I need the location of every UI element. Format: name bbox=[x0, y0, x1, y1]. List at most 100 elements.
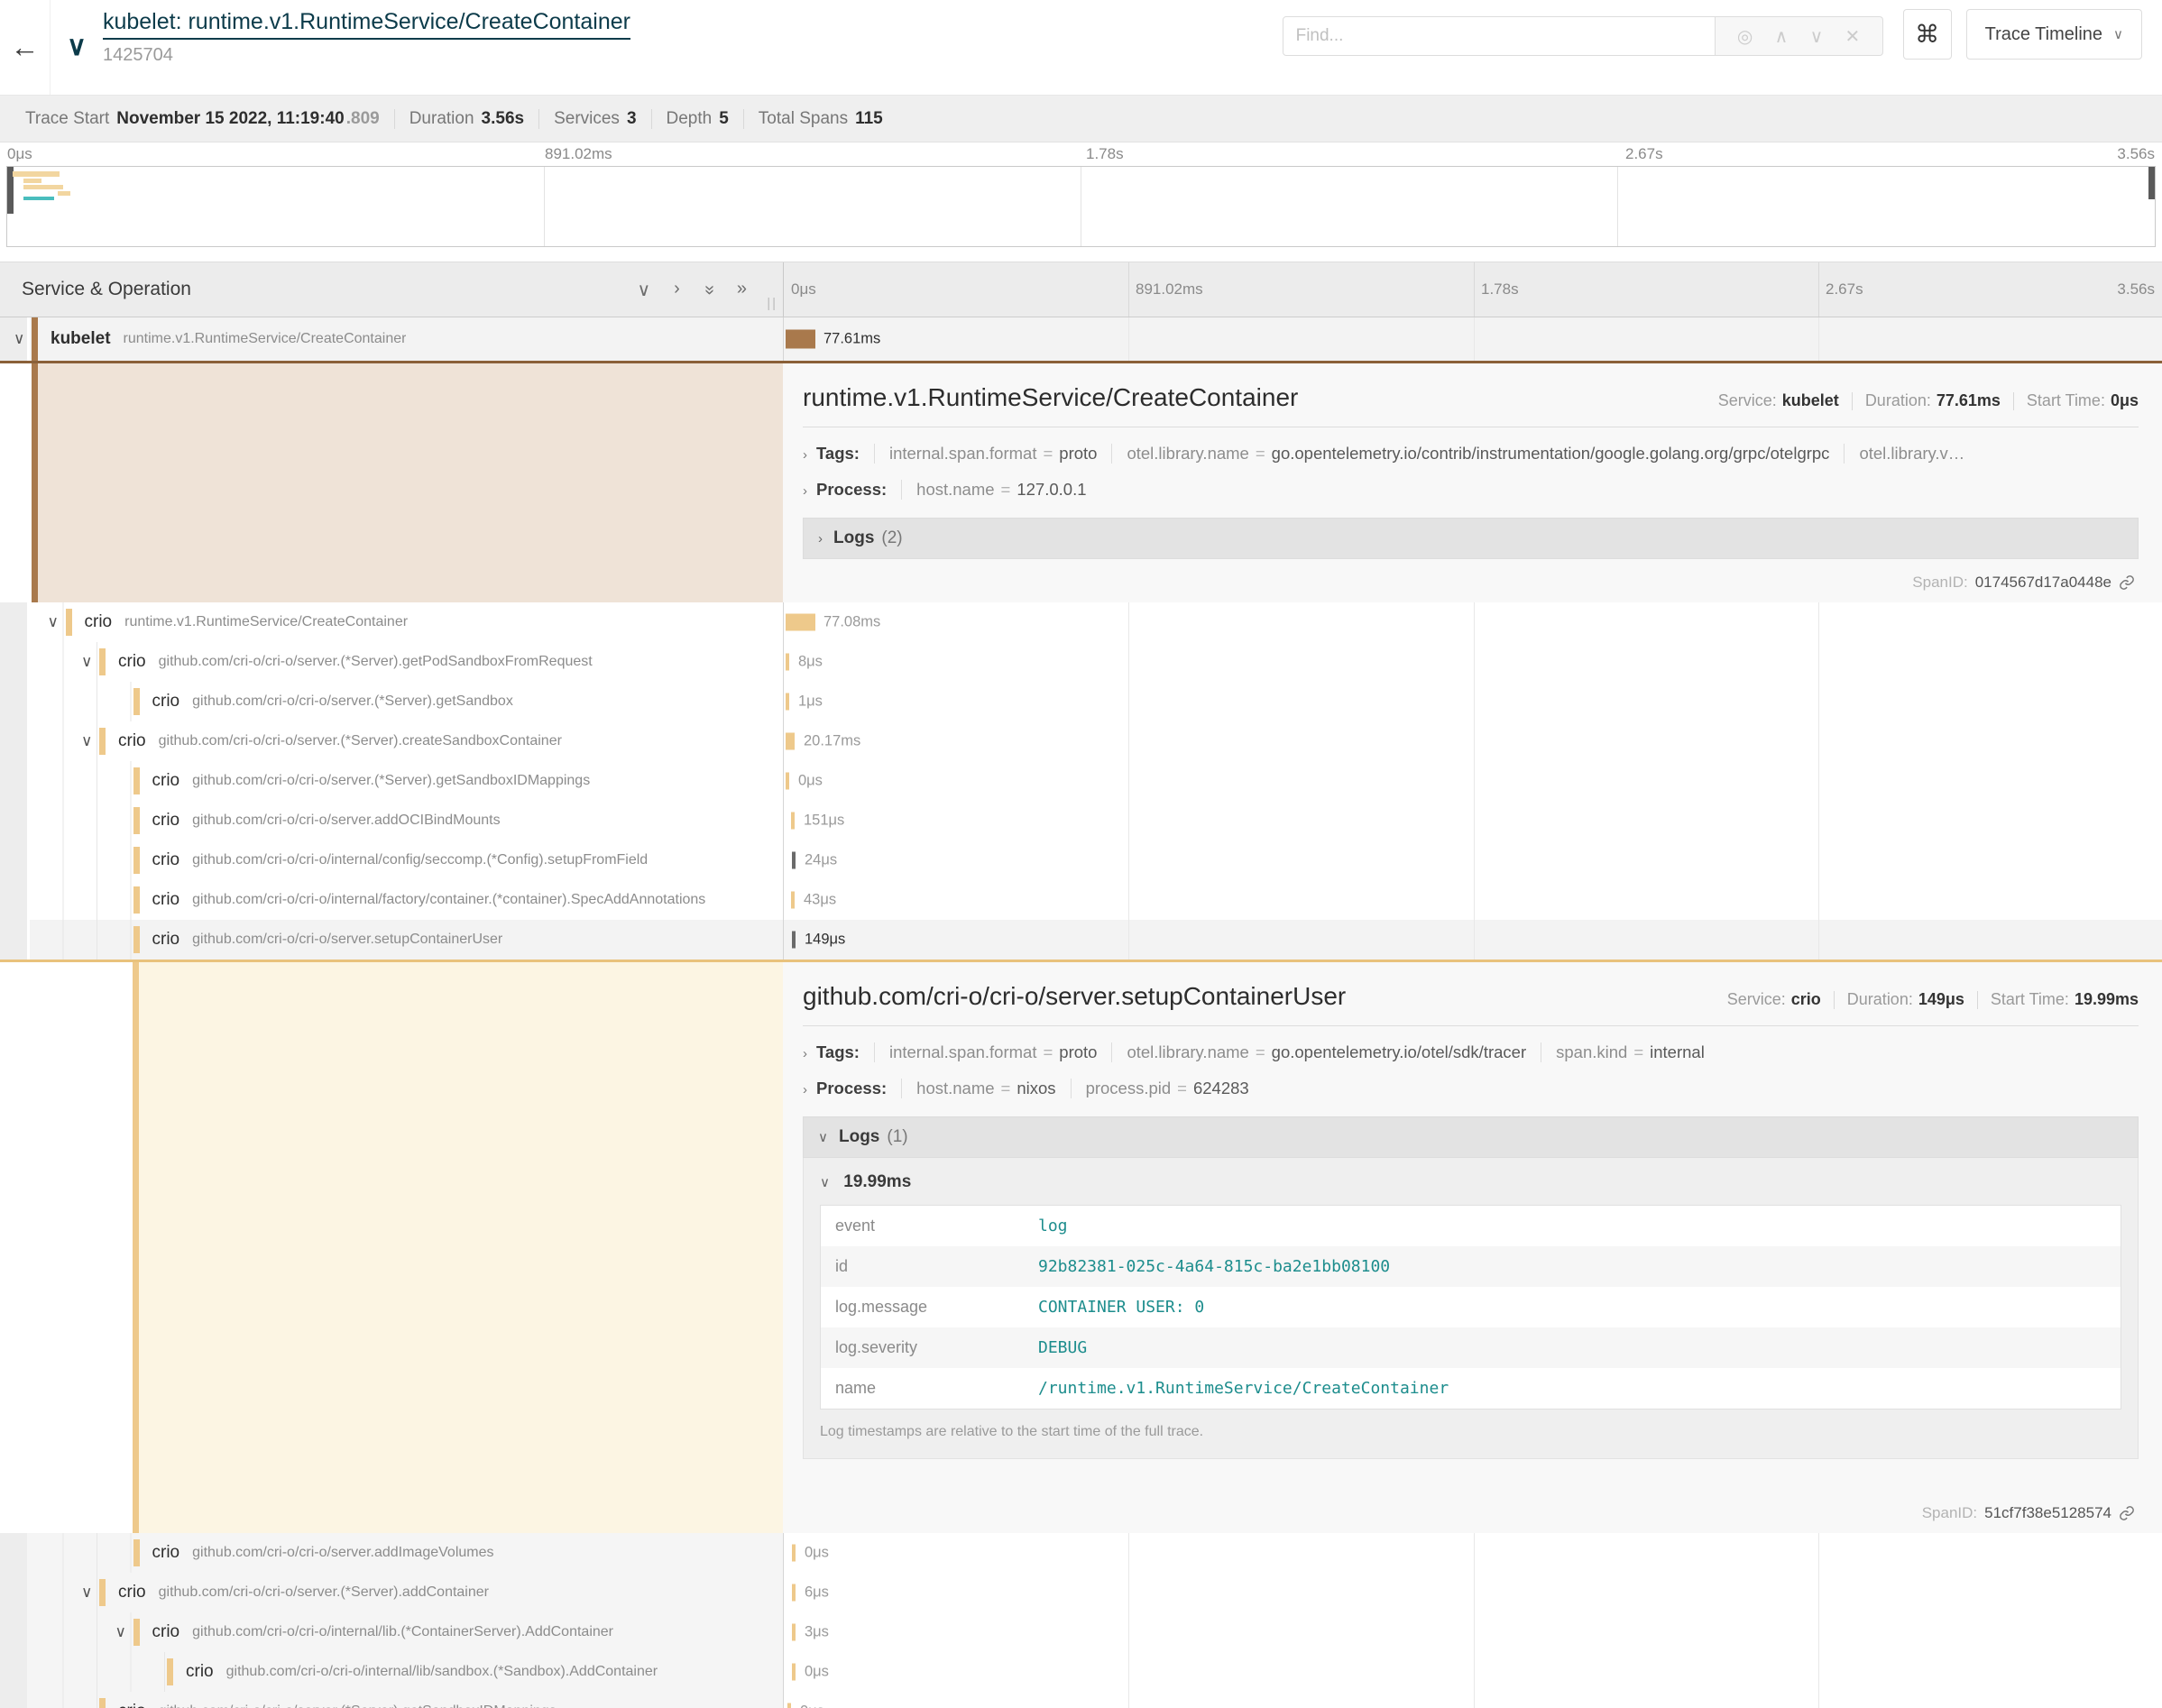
detail-duration: 149μs bbox=[1918, 990, 1964, 1009]
span-row[interactable]: ∨ criogithub.com/cri-o/cri-o/server.(*Se… bbox=[0, 721, 2162, 761]
expand-all-icon[interactable]: » bbox=[737, 279, 747, 301]
clear-search-icon[interactable]: ✕ bbox=[1845, 25, 1861, 48]
span-row[interactable]: criogithub.com/cri-o/cri-o/internal/lib/… bbox=[0, 1652, 2162, 1692]
chevron-down-icon[interactable]: ∨ bbox=[14, 330, 24, 348]
back-button[interactable]: ← bbox=[0, 0, 51, 95]
span-row[interactable]: criogithub.com/cri-o/cri-o/internal/fact… bbox=[0, 880, 2162, 920]
chevron-down-icon[interactable]: ∨ bbox=[81, 653, 92, 671]
span-bar[interactable] bbox=[786, 693, 789, 711]
process-row[interactable]: › Process: host.name=127.0.0.1 bbox=[803, 480, 2139, 500]
chevron-right-icon: › bbox=[803, 447, 807, 463]
detail-start-time: 19.99ms bbox=[2075, 990, 2139, 1009]
span-row-kubelet-createcontainer[interactable]: ∨ kubelet runtime.v1.RuntimeService/Crea… bbox=[0, 317, 2162, 361]
span-row[interactable]: criogithub.com/cri-o/cri-o/internal/conf… bbox=[0, 840, 2162, 880]
log-entries-zone: ∨ 19.99ms event log id 92b82381-025c-4a6… bbox=[803, 1158, 2139, 1459]
grid-column-header: Service & Operation ∨ › » » || 0μs 891.0… bbox=[0, 262, 2162, 317]
trace-title-link[interactable]: kubelet: runtime.v1.RuntimeService/Creat… bbox=[103, 9, 630, 40]
tag-item: otel.library.name=go.opentelemetry.io/co… bbox=[1111, 444, 1844, 464]
process-row[interactable]: › Process: host.name=nixos process.pid=6… bbox=[803, 1079, 2139, 1098]
process-item: host.name=127.0.0.1 bbox=[901, 480, 1100, 500]
span-bar[interactable] bbox=[792, 1624, 796, 1641]
collapse-trace-header-icon[interactable]: ∨ bbox=[67, 31, 87, 62]
span-row-setupcontaineruser[interactable]: criogithub.com/cri-o/cri-o/server.setupC… bbox=[0, 920, 2162, 960]
service-color-bar bbox=[133, 1619, 140, 1646]
logs-accordion-expanded[interactable]: ∨ Logs (1) bbox=[803, 1116, 2139, 1158]
chevron-down-icon[interactable]: ∨ bbox=[81, 732, 92, 750]
service-color-bar bbox=[133, 847, 140, 874]
minimap-drag-handle-right[interactable] bbox=[2148, 167, 2155, 199]
chevron-down-icon[interactable]: ∨ bbox=[81, 1584, 92, 1602]
span-row[interactable]: ∨ crioruntime.v1.RuntimeService/CreateCo… bbox=[0, 602, 2162, 642]
span-row[interactable]: ∨ criogithub.com/cri-o/cri-o/internal/li… bbox=[0, 1612, 2162, 1652]
minimap-span-bar-teal bbox=[23, 197, 54, 200]
span-bar[interactable] bbox=[792, 932, 796, 949]
tags-row[interactable]: › Tags: internal.span.format=proto otel.… bbox=[803, 444, 2139, 464]
span-row[interactable]: ∨ criogithub.com/cri-o/cri-o/server.(*Se… bbox=[0, 1573, 2162, 1612]
service-color-bar bbox=[66, 609, 72, 636]
span-bar[interactable] bbox=[792, 1664, 796, 1681]
chevron-right-icon: › bbox=[803, 1082, 807, 1097]
collapse-all-icon[interactable]: » bbox=[697, 284, 720, 294]
tags-row[interactable]: › Tags: internal.span.format=proto otel.… bbox=[803, 1042, 2139, 1062]
deep-link-icon[interactable] bbox=[2119, 1505, 2135, 1521]
view-selector-dropdown[interactable]: Trace Timeline ∨ bbox=[1966, 9, 2142, 60]
minimap-span-bar bbox=[13, 171, 60, 177]
span-bar[interactable] bbox=[792, 852, 796, 869]
minimap-canvas[interactable] bbox=[6, 166, 2156, 247]
collapse-one-icon[interactable]: ∨ bbox=[637, 279, 650, 301]
locate-icon[interactable]: ◎ bbox=[1737, 25, 1753, 48]
span-row[interactable]: ∨ criogithub.com/cri-o/cri-o/server.(*Se… bbox=[0, 642, 2162, 682]
log-field-row: log.message CONTAINER USER: 0 bbox=[821, 1287, 2121, 1327]
header-controls: ◎ ∧ ∨ ✕ ⌘ Trace Timeline ∨ bbox=[1283, 0, 2162, 60]
log-field-row: id 92b82381-025c-4a64-815c-ba2e1bb08100 bbox=[821, 1246, 2121, 1287]
span-row[interactable]: criogithub.com/cri-o/cri-o/server.addIma… bbox=[0, 1533, 2162, 1573]
service-color-bar bbox=[133, 688, 140, 715]
chevron-down-icon[interactable]: ∨ bbox=[48, 613, 59, 631]
expand-one-icon[interactable]: › bbox=[674, 279, 680, 301]
back-icon: ← bbox=[11, 31, 40, 64]
keyboard-shortcuts-button[interactable]: ⌘ bbox=[1903, 9, 1952, 60]
log-field-row: log.severity DEBUG bbox=[821, 1327, 2121, 1368]
span-row[interactable]: criogithub.com/cri-o/cri-o/server.addOCI… bbox=[0, 801, 2162, 840]
span-id-row: SpanID: 51cf7f38e5128574 bbox=[1922, 1504, 2135, 1522]
span-bar[interactable] bbox=[791, 892, 795, 909]
span-bar[interactable] bbox=[786, 654, 789, 671]
service-color-bar bbox=[133, 1539, 140, 1566]
minimap-tick-labels: 0μs 891.02ms 1.78s 2.67s 3.56s bbox=[0, 142, 2162, 166]
log-entry-toggle[interactable]: ∨ 19.99ms bbox=[820, 1172, 2121, 1192]
prev-result-icon[interactable]: ∧ bbox=[1775, 25, 1789, 48]
tag-item: internal.span.format=proto bbox=[874, 1042, 1112, 1062]
span-row[interactable]: criogithub.com/cri-o/cri-o/server.(*Serv… bbox=[0, 682, 2162, 721]
service-color-bar bbox=[167, 1658, 173, 1685]
trace-summary-bar: Trace Start November 15 2022, 11:19:40.8… bbox=[0, 96, 2162, 142]
span-bar[interactable] bbox=[792, 1584, 796, 1602]
span-bar[interactable] bbox=[786, 614, 815, 631]
chevron-right-icon: › bbox=[803, 1046, 807, 1061]
span-bar[interactable] bbox=[786, 733, 795, 750]
span-bar[interactable] bbox=[786, 330, 815, 349]
log-field-row: name /runtime.v1.RuntimeService/CreateCo… bbox=[821, 1368, 2121, 1409]
span-bar[interactable] bbox=[792, 1545, 796, 1562]
find-group: ◎ ∧ ∨ ✕ bbox=[1283, 16, 1883, 56]
next-result-icon[interactable]: ∨ bbox=[1810, 25, 1824, 48]
span-row[interactable]: criogithub.com/cri-o/cri-o/server.(*Serv… bbox=[0, 761, 2162, 801]
timeline-tick: 3.56s bbox=[2117, 280, 2155, 298]
tag-item: internal.span.format=proto bbox=[874, 444, 1112, 464]
span-bar[interactable] bbox=[786, 773, 789, 790]
detail-title: github.com/cri-o/cri-o/server.setupConta… bbox=[803, 982, 1346, 1011]
chevron-down-icon[interactable]: ∨ bbox=[115, 1623, 126, 1641]
operation-name: runtime.v1.RuntimeService/CreateContaine… bbox=[124, 331, 407, 347]
span-duration: 77.61ms bbox=[823, 331, 880, 348]
column-resize-grip[interactable]: || bbox=[767, 296, 777, 311]
span-row[interactable]: criogithub.com/cri-o/cri-o/server.(*Serv… bbox=[0, 1692, 2162, 1708]
app-header: ← ∨ kubelet: runtime.v1.RuntimeService/C… bbox=[0, 0, 2162, 96]
minimap-span-bar bbox=[23, 185, 63, 189]
find-input[interactable] bbox=[1283, 16, 1716, 56]
summary-trace-start: Trace Start November 15 2022, 11:19:40.8… bbox=[11, 109, 395, 129]
span-bar[interactable] bbox=[787, 1703, 791, 1708]
logs-accordion-collapsed[interactable]: › Logs (2) bbox=[803, 518, 2139, 559]
deep-link-icon[interactable] bbox=[2119, 574, 2135, 591]
service-color-bar bbox=[133, 926, 140, 953]
minimap-tick: 2.67s bbox=[1625, 145, 1663, 163]
span-bar[interactable] bbox=[791, 813, 795, 830]
